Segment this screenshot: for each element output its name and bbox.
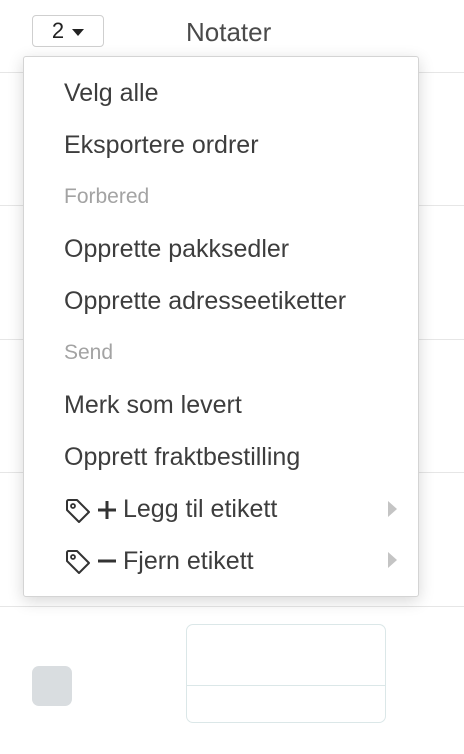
menu-item-remove-tag-label: Fjern etikett [123,547,254,575]
note-field-divider [187,685,385,686]
menu-section-prepare: Forbered [64,185,150,208]
chevron-right-icon [388,501,397,517]
tag-icon [66,499,90,523]
menu-item-select-all[interactable]: Velg alle [64,79,159,108]
plus-icon [98,501,116,519]
selection-count-dropdown[interactable]: 2 [32,15,104,47]
menu-item-create-address-labels[interactable]: Opprette adresseetiketter [64,287,346,316]
chevron-right-icon [388,552,397,568]
selection-count: 2 [51,18,65,43]
menu-item-export-orders[interactable]: Eksportere ordrer [64,131,259,160]
bulk-actions-menu: Velg alle Eksportere ordrer Forbered Opp… [23,56,419,597]
row-checkbox[interactable] [32,666,72,706]
row-divider [0,606,464,607]
tag-icon [66,550,90,574]
menu-item-create-packing-slips[interactable]: Opprette pakksedler [64,235,289,264]
menu-item-create-shipping-order[interactable]: Opprett fraktbestilling [64,443,300,472]
menu-item-add-tag-label: Legg til etikett [123,495,278,523]
note-field[interactable] [186,624,386,723]
caret-down-icon [72,28,85,36]
minus-icon [98,559,116,563]
notes-column-header: Notater [186,17,272,47]
menu-item-mark-delivered[interactable]: Merk som levert [64,391,242,420]
menu-section-send: Send [64,341,114,364]
